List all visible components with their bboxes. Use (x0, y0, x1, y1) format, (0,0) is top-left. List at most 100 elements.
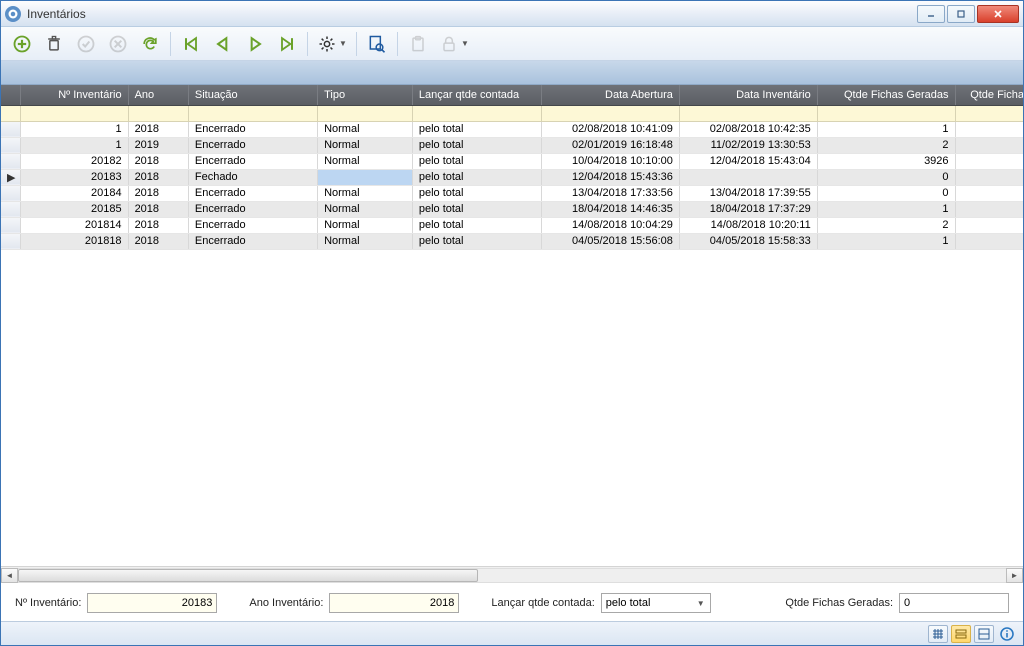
cell-abertura[interactable]: 02/01/2019 16:18:48 (542, 137, 680, 153)
cell-ano[interactable]: 2018 (128, 201, 188, 217)
table-row[interactable]: 12019EncerradoNormalpelo total02/01/2019… (1, 137, 1023, 153)
cell-situacao[interactable]: Encerrado (188, 185, 317, 201)
view-split-button[interactable] (974, 625, 994, 643)
cell-tipo[interactable]: Normal (318, 137, 413, 153)
col-header-num[interactable]: Nº Inventário (20, 85, 128, 105)
col-header-ano[interactable]: Ano (128, 85, 188, 105)
table-row[interactable]: 201852018EncerradoNormalpelo total18/04/… (1, 201, 1023, 217)
cell-geradas[interactable]: 3926 (817, 153, 955, 169)
info-button[interactable] (997, 625, 1017, 643)
cell-tipo[interactable]: Normal (318, 185, 413, 201)
cell-fichas[interactable] (955, 233, 1023, 249)
col-header-inventario[interactable]: Data Inventário (679, 85, 817, 105)
cell-abertura[interactable]: 18/04/2018 14:46:35 (542, 201, 680, 217)
cell-abertura[interactable]: 02/08/2018 10:41:09 (542, 121, 680, 137)
cell-num[interactable]: 20185 (20, 201, 128, 217)
horizontal-scrollbar[interactable]: ◄ ► (1, 566, 1023, 583)
cell-lancar[interactable]: pelo total (412, 233, 541, 249)
view-grid-button[interactable] (928, 625, 948, 643)
cell-num[interactable]: 20184 (20, 185, 128, 201)
cell-abertura[interactable]: 10/04/2018 10:10:00 (542, 153, 680, 169)
next-button[interactable] (240, 30, 270, 58)
cell-tipo[interactable]: Normal (318, 217, 413, 233)
cell-fichas[interactable] (955, 169, 1023, 185)
preview-button[interactable] (362, 30, 392, 58)
cell-ano[interactable]: 2018 (128, 233, 188, 249)
cell-situacao[interactable]: Encerrado (188, 201, 317, 217)
table-row[interactable]: ▶201832018Fechadopelo total12/04/2018 15… (1, 169, 1023, 185)
settings-button[interactable]: ▼ (313, 30, 351, 58)
col-header-situacao[interactable]: Situação (188, 85, 317, 105)
cell-inventario[interactable]: 04/05/2018 15:58:33 (679, 233, 817, 249)
delete-button[interactable] (39, 30, 69, 58)
scroll-left-button[interactable]: ◄ (1, 568, 18, 583)
table-row[interactable]: 201822018EncerradoNormalpelo total10/04/… (1, 153, 1023, 169)
cell-situacao[interactable]: Encerrado (188, 137, 317, 153)
cell-abertura[interactable]: 14/08/2018 10:04:29 (542, 217, 680, 233)
cell-lancar[interactable]: pelo total (412, 169, 541, 185)
col-header-lancar[interactable]: Lançar qtde contada (412, 85, 541, 105)
cell-inventario[interactable]: 12/04/2018 15:43:04 (679, 153, 817, 169)
cell-inventario[interactable] (679, 169, 817, 185)
maximize-button[interactable] (947, 5, 975, 23)
col-header-fichas[interactable]: Qtde Ficha (955, 85, 1023, 105)
cell-lancar[interactable]: pelo total (412, 153, 541, 169)
cell-inventario[interactable]: 18/04/2018 17:37:29 (679, 201, 817, 217)
last-button[interactable] (272, 30, 302, 58)
table-row[interactable]: 2018142018EncerradoNormalpelo total14/08… (1, 217, 1023, 233)
cell-geradas[interactable]: 0 (817, 185, 955, 201)
view-form-button[interactable] (951, 625, 971, 643)
table-row[interactable]: 12018EncerradoNormalpelo total02/08/2018… (1, 121, 1023, 137)
cell-lancar[interactable]: pelo total (412, 185, 541, 201)
cell-abertura[interactable]: 04/05/2018 15:56:08 (542, 233, 680, 249)
cell-fichas[interactable] (955, 153, 1023, 169)
num-inventario-field[interactable] (87, 593, 217, 613)
cell-inventario[interactable]: 11/02/2019 13:30:53 (679, 137, 817, 153)
cell-inventario[interactable]: 02/08/2018 10:42:35 (679, 121, 817, 137)
cell-geradas[interactable]: 0 (817, 169, 955, 185)
prev-button[interactable] (208, 30, 238, 58)
cell-abertura[interactable]: 13/04/2018 17:33:56 (542, 185, 680, 201)
cell-num[interactable]: 1 (20, 137, 128, 153)
cell-fichas[interactable] (955, 185, 1023, 201)
cell-lancar[interactable]: pelo total (412, 217, 541, 233)
cell-situacao[interactable]: Encerrado (188, 153, 317, 169)
cell-num[interactable]: 201818 (20, 233, 128, 249)
cell-inventario[interactable]: 14/08/2018 10:20:11 (679, 217, 817, 233)
cell-tipo[interactable]: Normal (318, 153, 413, 169)
scroll-track[interactable] (18, 568, 1006, 583)
cell-ano[interactable]: 2018 (128, 121, 188, 137)
cell-tipo[interactable]: Normal (318, 233, 413, 249)
col-header-tipo[interactable]: Tipo (318, 85, 413, 105)
cell-lancar[interactable]: pelo total (412, 201, 541, 217)
cell-situacao[interactable]: Encerrado (188, 121, 317, 137)
cell-geradas[interactable]: 2 (817, 137, 955, 153)
filter-row[interactable] (1, 105, 1023, 121)
cell-fichas[interactable] (955, 217, 1023, 233)
col-header-geradas[interactable]: Qtde Fichas Geradas (817, 85, 955, 105)
cell-situacao[interactable]: Encerrado (188, 233, 317, 249)
table-row[interactable]: 201842018EncerradoNormalpelo total13/04/… (1, 185, 1023, 201)
cell-num[interactable]: 20183 (20, 169, 128, 185)
first-button[interactable] (176, 30, 206, 58)
minimize-button[interactable] (917, 5, 945, 23)
cell-geradas[interactable]: 2 (817, 217, 955, 233)
cell-num[interactable]: 201814 (20, 217, 128, 233)
close-button[interactable] (977, 5, 1019, 23)
col-header-abertura[interactable]: Data Abertura (542, 85, 680, 105)
lancar-combo[interactable]: pelo total ▼ (601, 593, 711, 613)
cell-lancar[interactable]: pelo total (412, 121, 541, 137)
scroll-right-button[interactable]: ► (1006, 568, 1023, 583)
cell-ano[interactable]: 2018 (128, 169, 188, 185)
cell-inventario[interactable]: 13/04/2018 17:39:55 (679, 185, 817, 201)
cell-ano[interactable]: 2018 (128, 217, 188, 233)
cell-geradas[interactable]: 1 (817, 121, 955, 137)
add-button[interactable] (7, 30, 37, 58)
cell-abertura[interactable]: 12/04/2018 15:43:36 (542, 169, 680, 185)
cell-geradas[interactable]: 1 (817, 233, 955, 249)
cell-num[interactable]: 1 (20, 121, 128, 137)
cell-geradas[interactable]: 1 (817, 201, 955, 217)
qtde-geradas-field[interactable] (899, 593, 1009, 613)
cell-ano[interactable]: 2018 (128, 153, 188, 169)
cell-situacao[interactable]: Encerrado (188, 217, 317, 233)
